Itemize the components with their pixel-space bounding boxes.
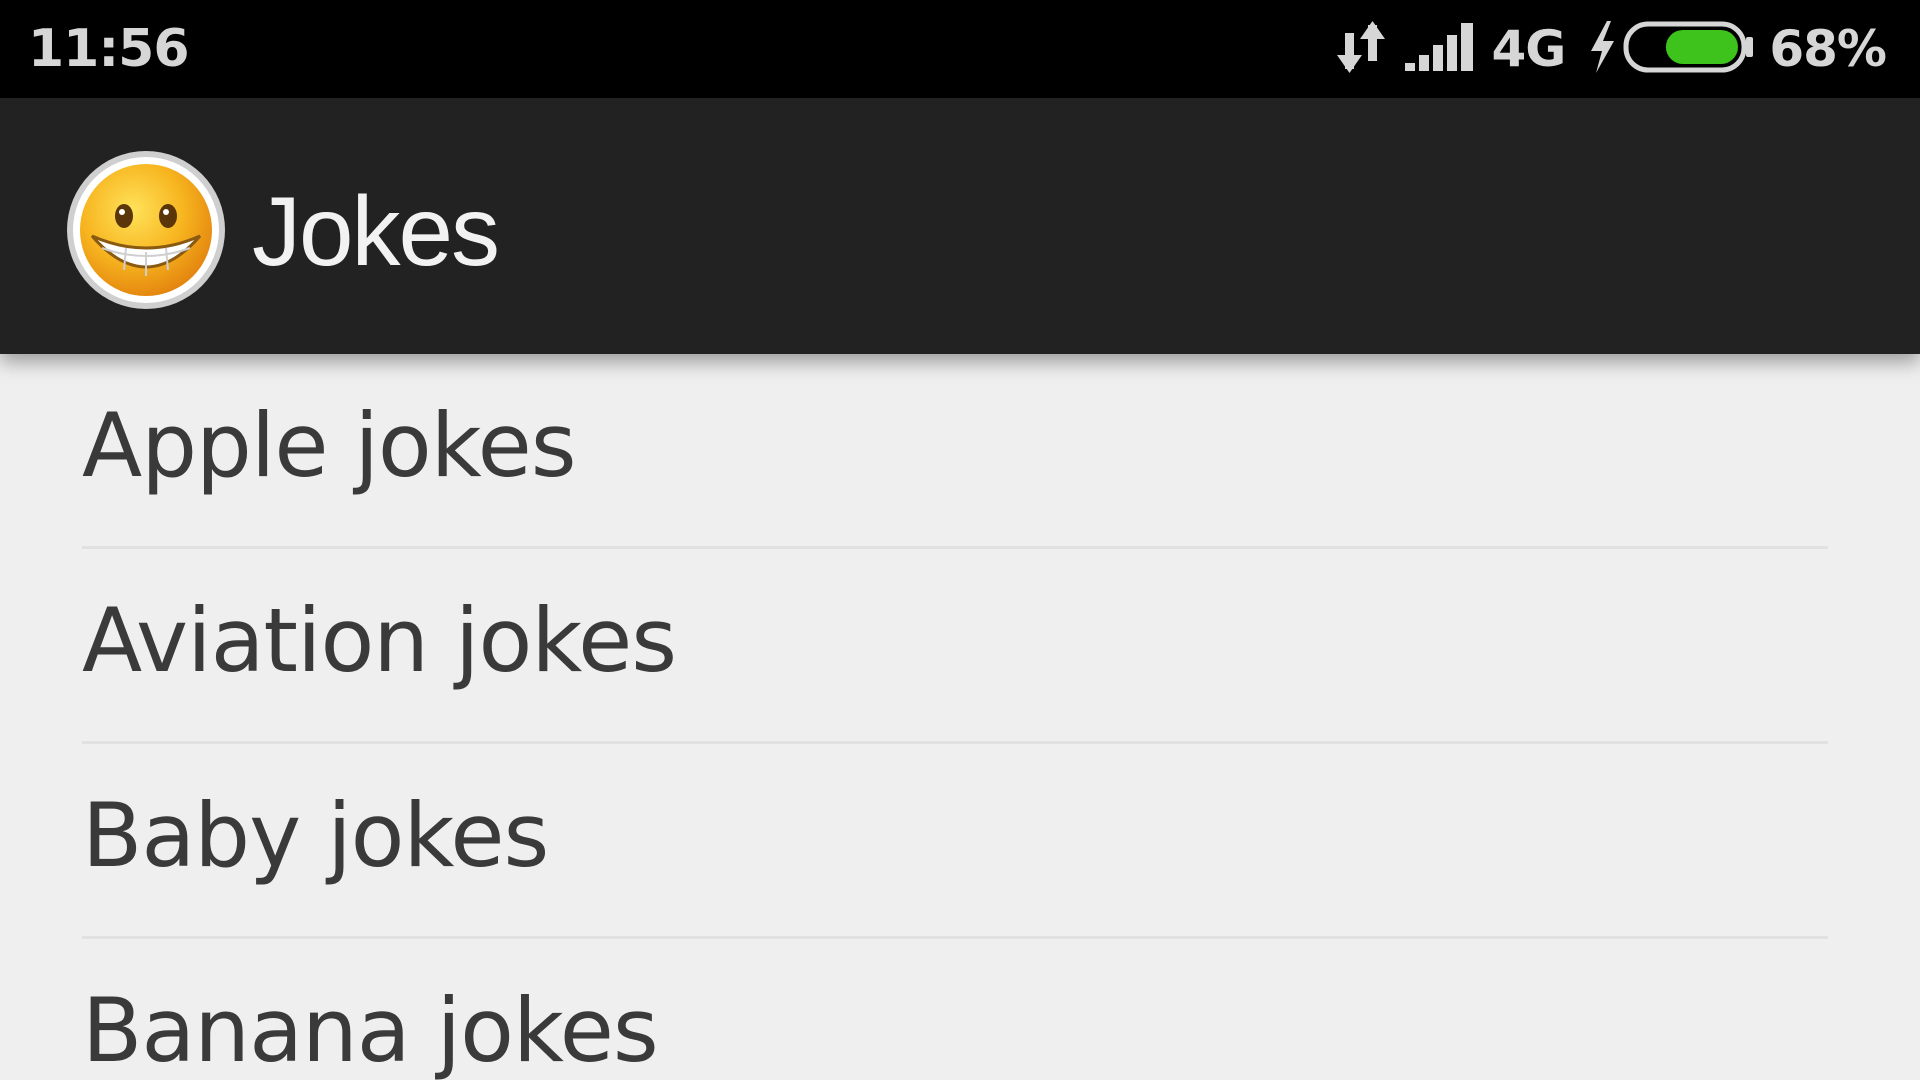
network-type: 4G xyxy=(1491,20,1566,78)
app-title: Jokes xyxy=(252,176,500,286)
app-bar: Jokes xyxy=(0,98,1920,354)
list-item-label: Banana jokes xyxy=(82,979,659,1080)
list-item-baby-jokes[interactable]: Baby jokes xyxy=(82,744,1828,939)
status-bar: 11:56 4G 68% xyxy=(0,0,1920,98)
app-screen: 11:56 4G 68% Jokes Apple jokes Aviation … xyxy=(0,0,1920,1080)
signal-strength-icon xyxy=(1403,21,1477,77)
list-item-label: Baby jokes xyxy=(82,784,549,887)
list-item-apple-jokes[interactable]: Apple jokes xyxy=(82,354,1828,549)
list-item-label: Aviation jokes xyxy=(82,589,677,692)
charging-bolt-icon xyxy=(1587,19,1617,79)
grinning-smiley-icon[interactable] xyxy=(64,148,228,312)
list-item-label: Apple jokes xyxy=(82,394,577,497)
status-time: 11:56 xyxy=(28,19,190,79)
battery-percent: 68% xyxy=(1769,20,1887,78)
data-transfer-icon xyxy=(1335,19,1389,79)
status-icons: 4G 68% xyxy=(1321,18,1887,80)
list-item-banana-jokes[interactable]: Banana jokes xyxy=(82,939,1828,1080)
battery-icon xyxy=(1623,19,1755,79)
joke-category-list: Apple jokes Aviation jokes Baby jokes Ba… xyxy=(0,354,1920,1080)
list-item-aviation-jokes[interactable]: Aviation jokes xyxy=(82,549,1828,744)
